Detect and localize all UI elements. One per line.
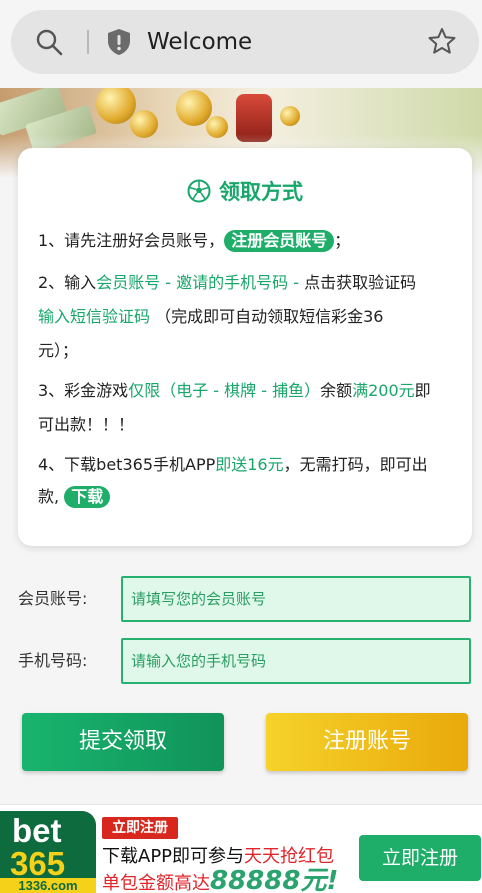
step-4-highlight: 即送16元 [215, 455, 284, 474]
account-input[interactable] [121, 576, 471, 622]
step-1-text: 1、请先注册好会员账号， [38, 231, 225, 250]
ad-amount: 88888元! [210, 866, 339, 893]
step-4-text: 4、下载bet365手机APP [38, 455, 216, 474]
step-2-highlight: 会员账号 - 邀请的手机号码 - [96, 273, 299, 292]
coin-decoration [280, 106, 300, 126]
address-divider [87, 30, 89, 54]
register-now-badge: 立即注册 [102, 817, 178, 839]
submit-claim-button[interactable]: 提交领取 [22, 713, 224, 771]
download-link[interactable]: 下载 [64, 486, 111, 508]
bet365-logo: bet 365 1336.com [0, 811, 96, 893]
step-3-suffix: 即 [414, 381, 431, 400]
logo-text-365: 365 [10, 845, 66, 882]
step-1-suffix: ； [334, 231, 351, 250]
step-2: 2、输入会员账号 - 邀请的手机号码 - 点击获取验证码 [38, 272, 458, 294]
step-2-rest: （完成即可自动领取短信彩金36 [155, 307, 384, 326]
card-title: 领取方式 [18, 178, 472, 206]
logo-text-bet: bet [12, 812, 62, 849]
step-2-mid: 点击获取验证码 [299, 273, 417, 292]
step-4-line-2: 款, 下载 [38, 486, 458, 508]
shield-icon[interactable] [105, 27, 133, 57]
step-3: 3、彩金游戏仅限（电子 - 棋牌 - 捕鱼）余额满200元即 [38, 380, 458, 402]
register-account-button[interactable]: 注册账号 [266, 713, 468, 771]
step-3-highlight: 仅限（电子 - 棋牌 - 捕鱼） [128, 381, 321, 400]
ad-headline: 下载APP即可参与天天抢红包 [102, 846, 334, 868]
step-4-line-2-text: 款, [38, 487, 60, 506]
soccer-ball-icon [187, 179, 211, 203]
step-4-suffix: ，无需打码，即可出 [283, 455, 428, 474]
step-3-line-2: 可出款！！！ [38, 414, 458, 436]
logo-domain: 1336.com [0, 878, 96, 893]
phone-input[interactable] [121, 638, 471, 684]
step-3-text: 3、彩金游戏 [38, 381, 129, 400]
page-title[interactable]: Welcome [147, 28, 252, 56]
step-3-line-2-text: 可出款！！！ [38, 415, 135, 434]
step-3-highlight-2: 满200元 [352, 381, 415, 400]
browser-toolbar: Welcome [0, 0, 482, 88]
instructions-card: 领取方式 1、请先注册好会员账号， 注册会员账号； 2、输入会员账号 - 邀请的手… [18, 148, 472, 546]
ad-subline-text: 单包金额高达 [102, 873, 210, 893]
step-4: 4、下载bet365手机APP即送16元，无需打码，即可出 [38, 454, 458, 476]
ad-headline-text: 下载APP即可参与 [102, 846, 245, 867]
step-2-line-2: 输入短信验证码 （完成即可自动领取短信彩金36 [38, 306, 458, 328]
step-1: 1、请先注册好会员账号， 注册会员账号； [38, 230, 458, 252]
step-2-text: 2、输入 [38, 273, 97, 292]
phone-label: 手机号码: [18, 651, 88, 670]
card-title-text: 领取方式 [219, 180, 303, 204]
step-3-mid: 余额 [320, 381, 353, 400]
register-account-link[interactable]: 注册会员账号 [224, 230, 335, 252]
search-icon[interactable] [35, 28, 63, 56]
address-bar[interactable]: Welcome [11, 10, 479, 74]
account-label: 会员账号: [18, 589, 88, 608]
step-2-line-3: 元）； [38, 340, 458, 362]
step-2-end: 元）； [38, 341, 79, 360]
step-2-highlight-2: 输入短信验证码 [38, 307, 151, 326]
register-now-button[interactable]: 立即注册 [359, 835, 481, 881]
ad-headline-highlight: 天天抢红包 [244, 846, 335, 867]
star-icon[interactable] [427, 26, 457, 56]
ad-subline: 单包金额高达88888元! [102, 866, 339, 893]
